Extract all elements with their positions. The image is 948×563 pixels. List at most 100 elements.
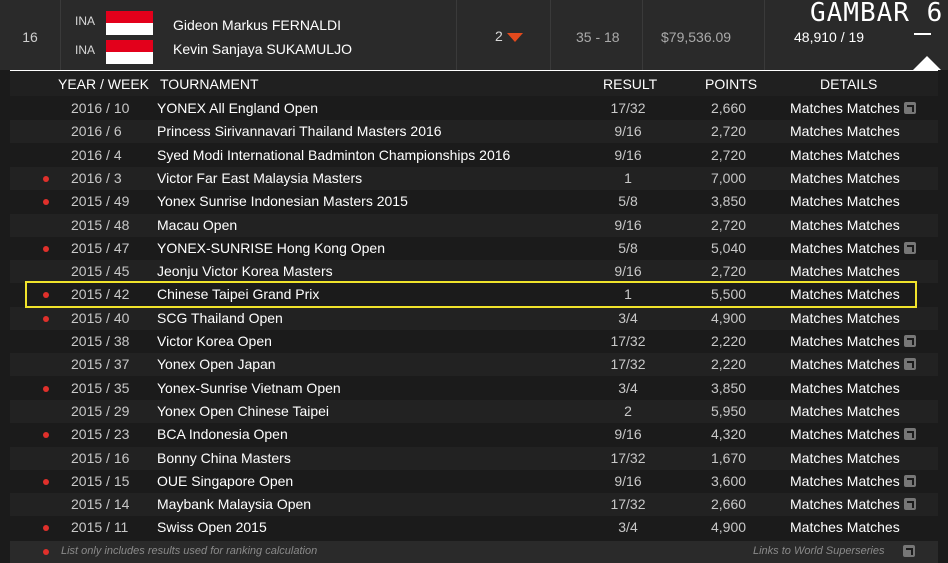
matches-link[interactable]: Matches Matches	[790, 100, 900, 116]
result-cell: 9/16	[614, 123, 642, 140]
matches-link[interactable]: Matches Matches	[790, 519, 900, 535]
points-cell: 2,720	[711, 123, 747, 140]
tournament-name[interactable]: Maybank Malaysia Open	[157, 496, 311, 512]
year-week-cell: 2015 / 14	[71, 496, 130, 513]
rank-number: 16	[0, 0, 61, 70]
tournament-name[interactable]: Syed Modi International Badminton Champi…	[157, 147, 510, 163]
col-details: DETAILS	[820, 76, 878, 92]
matches-link[interactable]: Matches Matches	[790, 403, 900, 419]
result-cell: 9/16	[614, 472, 642, 489]
matches-link[interactable]: Matches Matches	[790, 170, 900, 186]
external-link-icon[interactable]	[903, 545, 915, 557]
ranking-dot-icon	[43, 478, 49, 485]
points-cell: 4,900	[711, 519, 747, 536]
matches-link[interactable]: Matches Matches	[790, 450, 900, 466]
col-year-week: YEAR / WEEK	[58, 76, 150, 92]
matches-link[interactable]: Matches Matches	[790, 496, 900, 512]
table-row: 2015 / 40 SCG Thailand Open 3/4 4,900 Matche…	[10, 306, 938, 330]
points-cell: 5,950	[711, 402, 747, 419]
matches-link[interactable]: Matches Matches	[790, 147, 900, 163]
player-name[interactable]: Kevin Sanjaya SUKAMULJO	[173, 41, 352, 57]
table-row: 2016 / 3 Victor Far East Malaysia Masters…	[10, 166, 938, 190]
year-week-cell: 2015 / 16	[71, 449, 130, 466]
points-cell: 4,320	[711, 426, 747, 443]
points-tournaments: 48,910 / 19	[794, 29, 865, 45]
country-code: INA	[75, 14, 96, 28]
table-footer: List only includes results used for rank…	[10, 541, 938, 563]
matches-link[interactable]: Matches Matches	[790, 123, 900, 139]
player-header: 16 INA Gideon Markus FERNALDI INA Kevin …	[0, 0, 948, 70]
matches-link[interactable]: Matches Matches	[790, 380, 900, 396]
matches-link[interactable]: Matches Matches	[790, 193, 900, 209]
prize-money: $79,536.09	[661, 29, 732, 45]
year-week-cell: 2015 / 11	[71, 519, 129, 536]
tournament-name[interactable]: YONEX All England Open	[157, 100, 318, 116]
year-week-cell: 2015 / 23	[71, 426, 130, 443]
external-link-icon[interactable]	[904, 498, 916, 511]
year-week-cell: 2015 / 49	[71, 193, 130, 210]
tournament-name[interactable]: Jeonju Victor Korea Masters	[157, 263, 333, 279]
table-row: 2015 / 47 YONEX-SUNRISE Hong Kong Open 5/8…	[10, 237, 938, 260]
points-cell: 3,600	[711, 472, 747, 489]
result-cell: 9/16	[614, 216, 642, 233]
result-cell: 17/32	[610, 100, 646, 116]
year-week-cell: 2015 / 45	[71, 263, 130, 280]
ranking-dot-icon	[43, 432, 49, 439]
result-cell: 1	[624, 169, 632, 186]
footer-note: List only includes results used for rank…	[61, 545, 318, 557]
indonesia-flag-icon	[106, 40, 153, 64]
matches-link[interactable]: Matches Matches	[790, 217, 900, 233]
tournament-name[interactable]: Yonex Open Chinese Taipei	[157, 403, 329, 419]
external-link-icon[interactable]	[904, 474, 916, 487]
matches-link[interactable]: Matches Matches	[790, 473, 900, 489]
year-week-cell: 2015 / 38	[71, 333, 130, 349]
matches-link[interactable]: Matches Matches	[790, 310, 900, 326]
external-link-icon[interactable]	[904, 335, 916, 347]
year-week-cell: 2015 / 48	[71, 216, 130, 233]
tournament-name[interactable]: Victor Korea Open	[157, 333, 272, 349]
rank-movement: 2	[495, 28, 503, 44]
player-name[interactable]: Gideon Markus FERNALDI	[173, 17, 341, 33]
tournament-name[interactable]: Swiss Open 2015	[157, 519, 267, 535]
tournament-name[interactable]: Yonex Open Japan	[157, 356, 276, 372]
external-link-icon[interactable]	[904, 428, 916, 441]
tournament-name[interactable]: Princess Sirivannavari Thailand Masters …	[157, 123, 442, 139]
table-row: 2015 / 35 Yonex-Sunrise Vietnam Open 3/4 3,…	[10, 377, 938, 400]
year-week-cell: 2015 / 40	[71, 309, 130, 326]
tournament-name[interactable]: Macau Open	[157, 217, 237, 233]
table-row: 2016 / 6 Princess Sirivannavari Thailand …	[10, 120, 938, 144]
points-cell: 3,850	[711, 193, 747, 210]
points-cell: 2,660	[711, 496, 747, 513]
col-tournament: TOURNAMENT	[160, 76, 259, 92]
external-link-icon[interactable]	[904, 241, 916, 254]
result-cell: 5/8	[618, 193, 638, 210]
col-result: RESULT	[603, 76, 658, 92]
tournament-name[interactable]: Yonex-Sunrise Vietnam Open	[157, 380, 341, 396]
ranking-dot-icon	[43, 175, 49, 182]
table-row: 2015 / 48 Macau Open 9/16 2,720 Matches Matc…	[10, 213, 938, 237]
matches-link[interactable]: Matches Matches	[790, 263, 900, 279]
points-cell: 2,720	[711, 146, 747, 163]
year-week-cell: 2016 / 4	[71, 146, 122, 163]
tournament-name[interactable]: BCA Indonesia Open	[157, 426, 288, 442]
footer-link[interactable]: Links to World Superseries	[753, 545, 884, 557]
matches-link[interactable]: Matches Matches	[790, 356, 900, 372]
matches-link[interactable]: Matches Matches	[790, 426, 900, 442]
tournament-name[interactable]: Bonny China Masters	[157, 450, 291, 466]
collapse-icon[interactable]	[914, 33, 931, 35]
matches-link[interactable]: Matches Matches	[790, 333, 900, 349]
table-row: 2015 / 11 Swiss Open 2015 3/4 4,900 Matches …	[10, 516, 938, 539]
external-link-icon[interactable]	[904, 358, 916, 371]
table-header: YEAR / WEEK TOURNAMENT RESULT POINTS DET…	[10, 70, 938, 96]
tournament-name[interactable]: Victor Far East Malaysia Masters	[157, 170, 362, 186]
tournament-name[interactable]: SCG Thailand Open	[157, 310, 283, 326]
result-cell: 3/4	[618, 309, 638, 326]
external-link-icon[interactable]	[904, 102, 916, 114]
tournament-name[interactable]: Yonex Sunrise Indonesian Masters 2015	[157, 193, 408, 209]
tournament-name[interactable]: OUE Singapore Open	[157, 473, 293, 489]
matches-link[interactable]: Matches Matches	[790, 240, 900, 256]
tournament-name[interactable]: YONEX-SUNRISE Hong Kong Open	[157, 240, 385, 256]
result-cell: 2	[624, 402, 632, 419]
table-row: 2015 / 15 OUE Singapore Open 9/16 3,600 Matc…	[10, 470, 938, 493]
highlight-box	[25, 281, 917, 308]
